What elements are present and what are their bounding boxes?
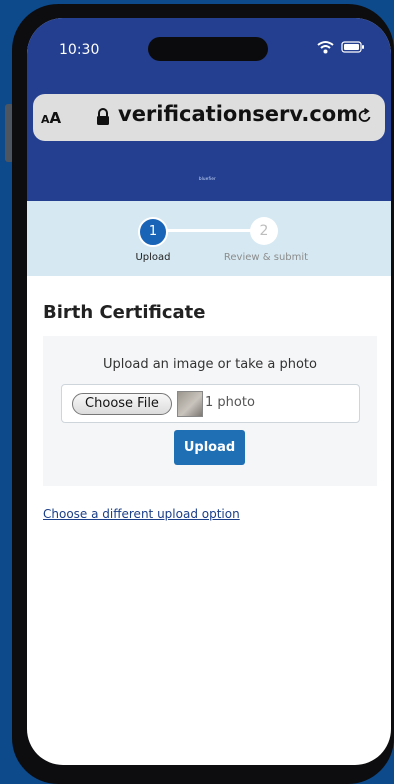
photo-thumbnail <box>177 391 203 417</box>
page-title: Birth Certificate <box>43 302 206 323</box>
status-time: 10:30 <box>59 42 100 58</box>
step-connector <box>155 229 263 232</box>
progress-stepper: 1 2 Upload Review & submit <box>27 201 391 276</box>
wifi-icon <box>317 39 334 58</box>
upload-button[interactable]: Upload <box>174 430 245 465</box>
brand-logo[interactable]: bluefier <box>199 176 216 181</box>
address-bar[interactable]: AA verificationserv.com <box>33 94 385 141</box>
upload-card: Upload an image or take a photo Choose F… <box>43 336 377 486</box>
step-2-label: Review & submit <box>223 252 309 263</box>
file-input[interactable]: Choose File 1 photo <box>61 384 360 423</box>
upload-instruction: Upload an image or take a photo <box>103 357 317 372</box>
step-1-indicator: 1 <box>138 217 168 247</box>
battery-icon <box>341 39 365 58</box>
different-upload-option-link[interactable]: Choose a different upload option <box>43 507 240 521</box>
status-icons <box>317 39 365 57</box>
phone-screen: 10:30 AA verificationserv.com bluefier 1… <box>27 18 391 765</box>
reload-icon[interactable] <box>357 108 373 128</box>
url-text[interactable]: verificationserv.com <box>118 102 358 126</box>
site-header: bluefier <box>27 155 391 201</box>
dynamic-island <box>148 37 268 61</box>
lock-icon <box>96 108 110 130</box>
choose-file-button[interactable]: Choose File <box>72 393 172 415</box>
selected-file-text: 1 photo <box>205 395 255 410</box>
step-1-label: Upload <box>135 252 171 263</box>
step-2-indicator: 2 <box>250 217 278 245</box>
text-size-button[interactable]: AA <box>41 108 61 127</box>
